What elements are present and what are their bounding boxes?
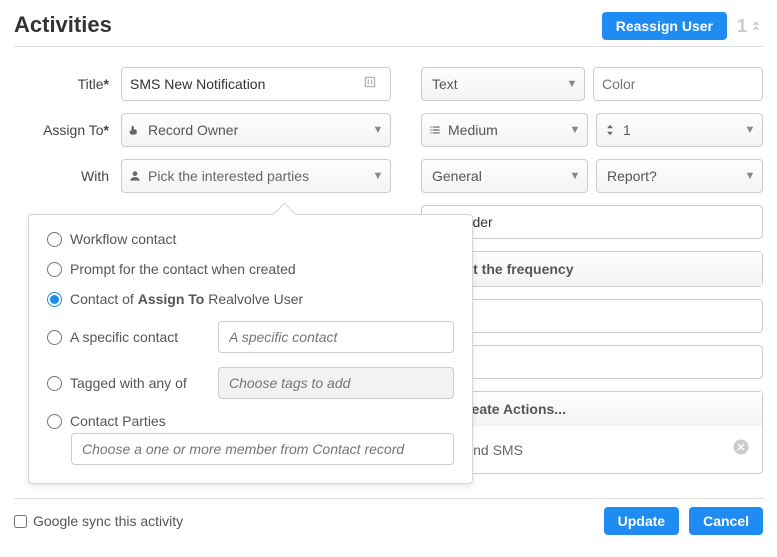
title-field[interactable] — [121, 67, 391, 101]
reassign-user-button[interactable]: Reassign User — [602, 12, 727, 40]
autocomplete-icon — [358, 75, 382, 94]
report-select[interactable]: Report? ▼ — [596, 159, 763, 193]
opt-contact-of-assign-to[interactable]: Contact of Assign To Realvolve User — [47, 291, 454, 307]
header: Activities Reassign User 1 — [14, 12, 763, 47]
radio-tagged[interactable] — [47, 376, 62, 391]
tags-input[interactable] — [218, 367, 454, 399]
report-value: Report? — [607, 168, 657, 184]
actions-body: Send SMS — [422, 426, 762, 473]
row-priority-number: Medium ▼ 1 ▼ — [421, 113, 763, 147]
hand-point-icon — [122, 123, 148, 137]
radio-parties[interactable] — [47, 414, 62, 429]
radio-workflow[interactable] — [47, 232, 62, 247]
number-select[interactable]: 1 ▼ — [596, 113, 763, 147]
caret-down-icon: ▼ — [366, 124, 390, 136]
chevrons-up-icon — [749, 19, 763, 33]
specific-contact-input[interactable] — [218, 321, 454, 353]
frequency-label: Set the frequency — [456, 261, 573, 277]
parties-box — [71, 433, 454, 465]
reminder-input[interactable] — [432, 214, 754, 230]
caret-down-icon: ▼ — [738, 170, 762, 182]
caret-down-icon: ▼ — [563, 170, 587, 182]
opt-workflow-label: Workflow contact — [70, 231, 176, 247]
remove-action-button[interactable] — [732, 438, 750, 461]
frequency-toggle[interactable]: Set the frequency — [422, 252, 762, 286]
row-category-report: General ▼ Report? ▼ — [421, 159, 763, 193]
header-right: Reassign User 1 — [602, 12, 763, 40]
opt-specific-label: A specific contact — [70, 329, 210, 345]
with-placeholder: Pick the interested parties — [148, 168, 309, 184]
create-actions-toggle[interactable]: Create Actions... — [422, 392, 762, 426]
priority-select[interactable]: Medium ▼ — [421, 113, 588, 147]
color-input[interactable] — [602, 76, 754, 92]
radio-prompt[interactable] — [47, 262, 62, 277]
list-icon — [422, 123, 448, 137]
category-select[interactable]: General ▼ — [421, 159, 588, 193]
google-sync-checkbox[interactable]: Google sync this activity — [14, 513, 183, 529]
opt-tagged-with[interactable]: Tagged with any of — [47, 367, 454, 399]
with-popover: Workflow contact Prompt for the contact … — [28, 214, 473, 484]
row-assign-to: Assign To Record Owner ▼ — [14, 113, 391, 147]
color-field[interactable] — [593, 67, 763, 101]
opt-contact-of-label: Contact of Assign To Realvolve User — [70, 291, 303, 307]
footer: Google sync this activity Update Cancel — [14, 498, 763, 535]
action-item[interactable]: Send SMS — [432, 434, 752, 465]
google-sync-label: Google sync this activity — [33, 513, 183, 529]
with-select[interactable]: Pick the interested parties ▼ — [121, 159, 391, 193]
counter-value: 1 — [737, 16, 747, 37]
order-counter[interactable]: 1 — [737, 16, 763, 37]
assign-to-select[interactable]: Record Owner ▼ — [121, 113, 391, 147]
opt-tagged-label: Tagged with any of — [70, 375, 210, 391]
footer-actions: Update Cancel — [604, 507, 763, 535]
google-sync-input[interactable] — [14, 515, 27, 528]
radio-specific[interactable] — [47, 330, 62, 345]
label-with: With — [14, 168, 109, 184]
type-select[interactable]: Text ▼ — [421, 67, 585, 101]
label-assign-to: Assign To — [14, 122, 109, 138]
radio-contact-of[interactable] — [47, 292, 62, 307]
title-input[interactable] — [130, 76, 358, 92]
caret-down-icon: ▼ — [738, 124, 762, 136]
row-type-color: Text ▼ — [421, 67, 763, 101]
sort-icon — [597, 123, 623, 137]
person-icon — [122, 169, 148, 183]
opt-parties-label: Contact Parties — [70, 413, 166, 429]
label-title: Title — [14, 76, 109, 92]
opt-prompt-label: Prompt for the contact when created — [70, 261, 296, 277]
page-title: Activities — [14, 12, 112, 38]
cancel-button[interactable]: Cancel — [689, 507, 763, 535]
opt-specific-contact[interactable]: A specific contact — [47, 321, 454, 353]
caret-down-icon: ▼ — [560, 78, 584, 90]
number-value: 1 — [623, 122, 631, 138]
assign-to-value: Record Owner — [148, 122, 238, 138]
opt-workflow-contact[interactable]: Workflow contact — [47, 231, 454, 247]
parties-input[interactable] — [71, 433, 454, 465]
row-with: With Pick the interested parties ▼ — [14, 159, 391, 193]
type-value: Text — [432, 76, 458, 92]
category-value: General — [432, 168, 482, 184]
update-button[interactable]: Update — [604, 507, 679, 535]
opt-prompt-contact[interactable]: Prompt for the contact when created — [47, 261, 454, 277]
row-title: Title — [14, 67, 391, 101]
opt-contact-parties[interactable]: Contact Parties — [47, 413, 454, 429]
priority-value: Medium — [448, 122, 498, 138]
caret-down-icon: ▼ — [366, 170, 390, 182]
caret-down-icon: ▼ — [563, 124, 587, 136]
